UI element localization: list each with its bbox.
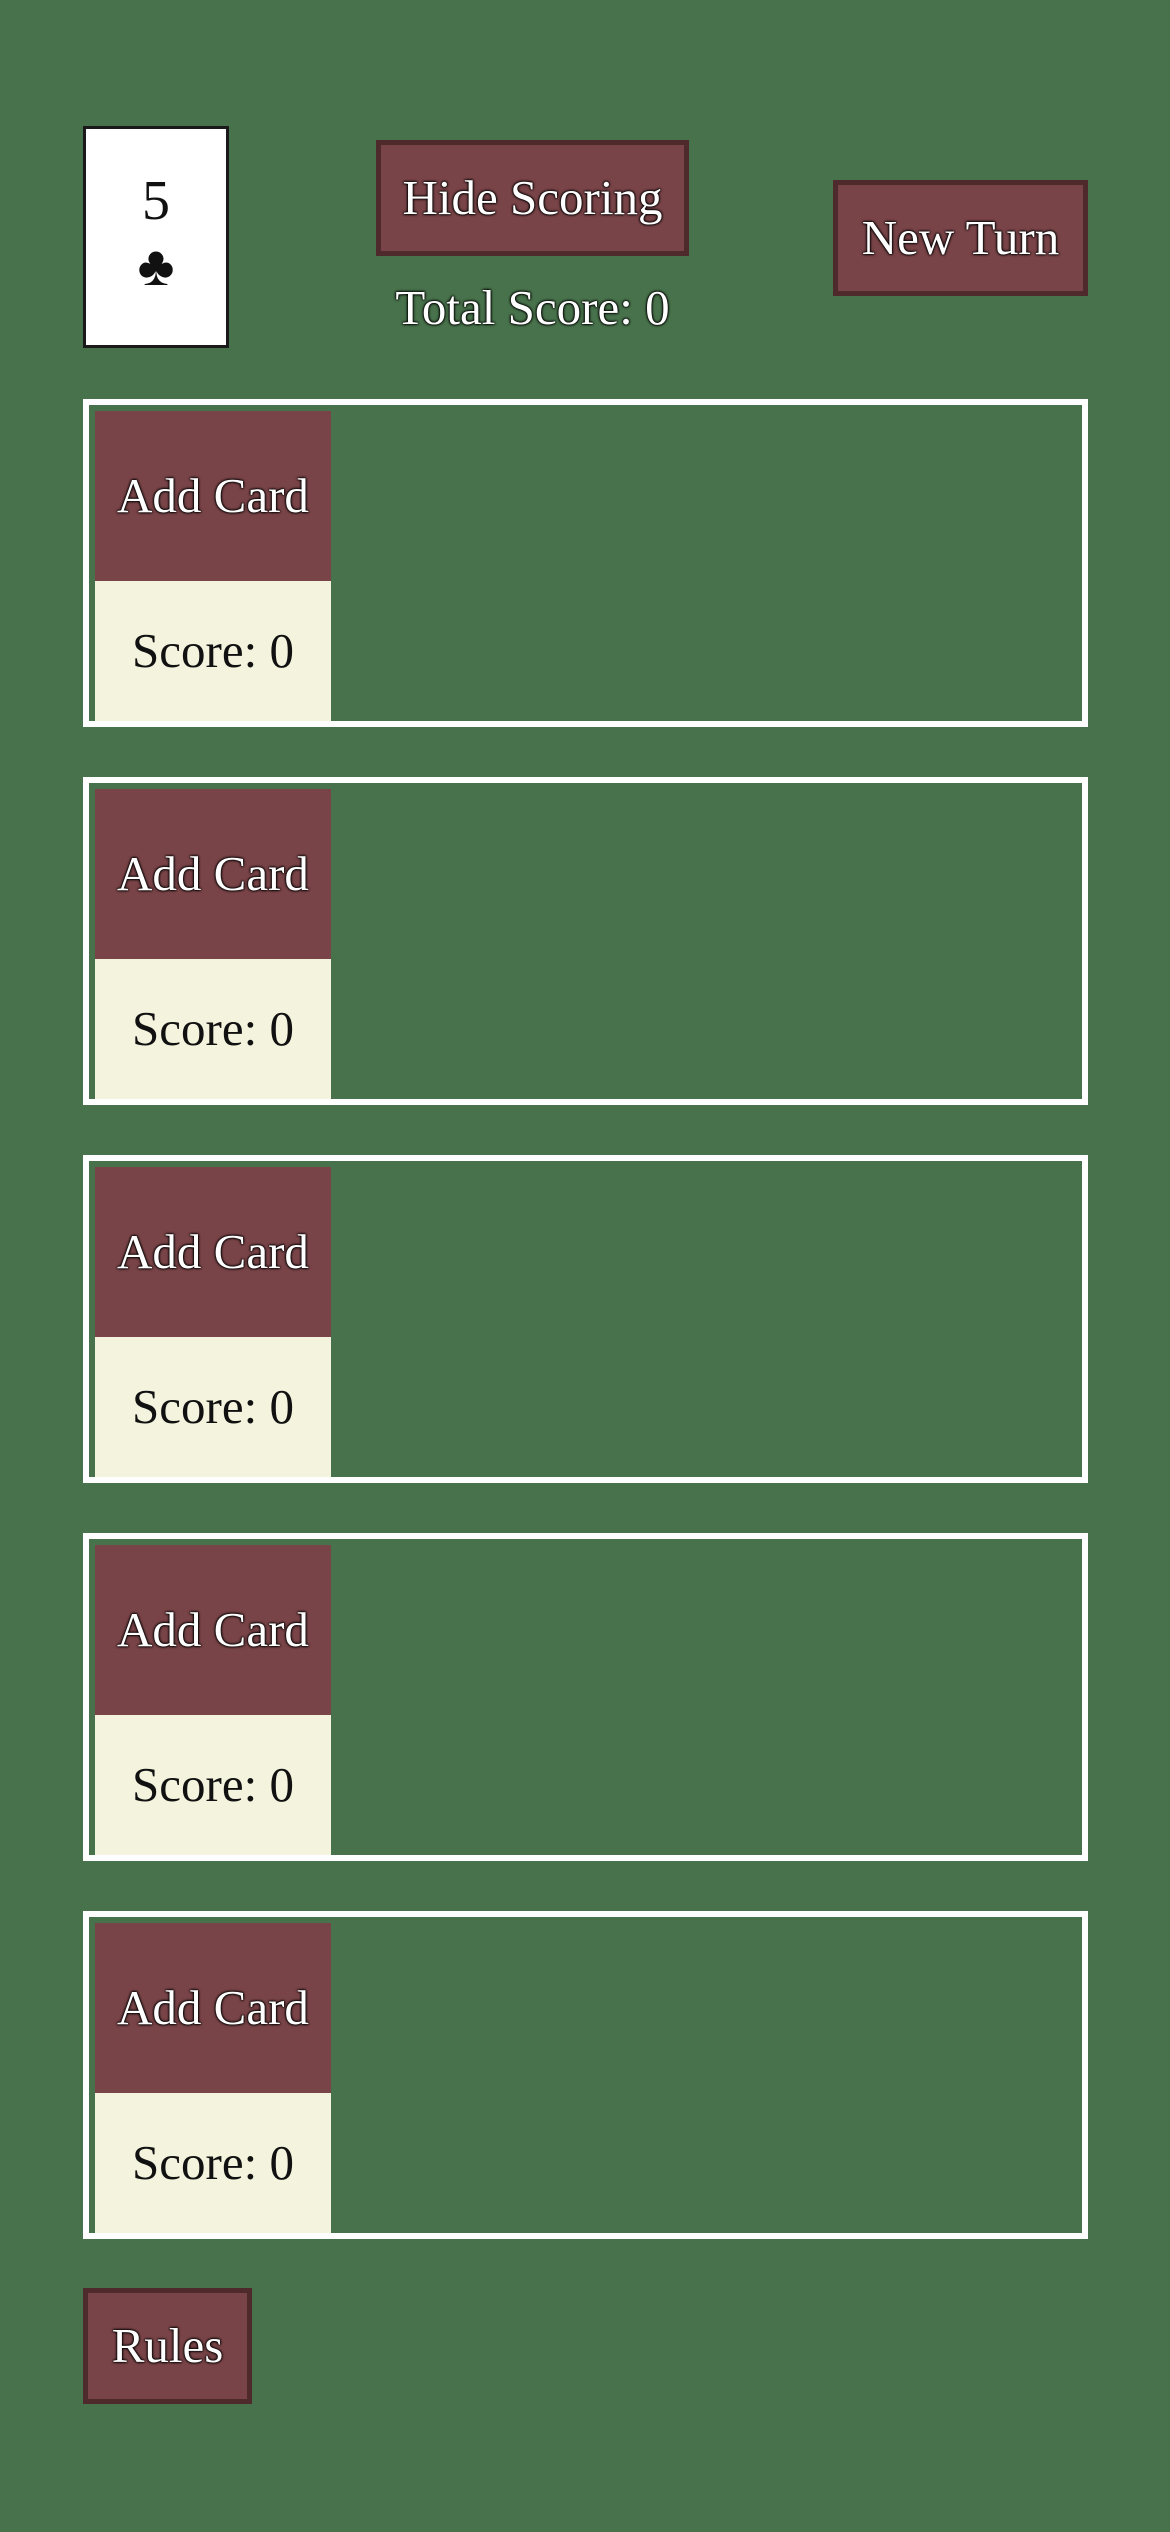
card-row-2: Add Card Score: 0: [83, 777, 1088, 1105]
row-score: Score: 0: [95, 581, 331, 721]
add-card-button[interactable]: Add Card: [95, 1545, 331, 1715]
row-score: Score: 0: [95, 1337, 331, 1477]
card-slot-area: [337, 405, 1082, 721]
card-rank: 5: [142, 170, 170, 232]
add-card-button[interactable]: Add Card: [95, 1923, 331, 2093]
card-slot-area: [337, 1539, 1082, 1855]
add-card-button[interactable]: Add Card: [95, 789, 331, 959]
card-row-4: Add Card Score: 0: [83, 1533, 1088, 1861]
card-slot-area: [337, 783, 1082, 1099]
new-turn-button[interactable]: New Turn: [833, 180, 1088, 296]
current-card: 5 ♣: [83, 126, 229, 348]
card-row-1: Add Card Score: 0: [83, 399, 1088, 727]
total-score: Total Score: 0: [395, 280, 670, 335]
club-suit-icon: ♣: [137, 236, 175, 298]
card-slot-area: [337, 1161, 1082, 1477]
row-score: Score: 0: [95, 1715, 331, 1855]
card-row-5: Add Card Score: 0: [83, 1911, 1088, 2239]
row-score: Score: 0: [95, 959, 331, 1099]
card-row-3: Add Card Score: 0: [83, 1155, 1088, 1483]
rules-button[interactable]: Rules: [83, 2288, 252, 2404]
hide-scoring-button[interactable]: Hide Scoring: [376, 140, 689, 256]
card-slot-area: [337, 1917, 1082, 2233]
row-score: Score: 0: [95, 2093, 331, 2233]
add-card-button[interactable]: Add Card: [95, 411, 331, 581]
add-card-button[interactable]: Add Card: [95, 1167, 331, 1337]
